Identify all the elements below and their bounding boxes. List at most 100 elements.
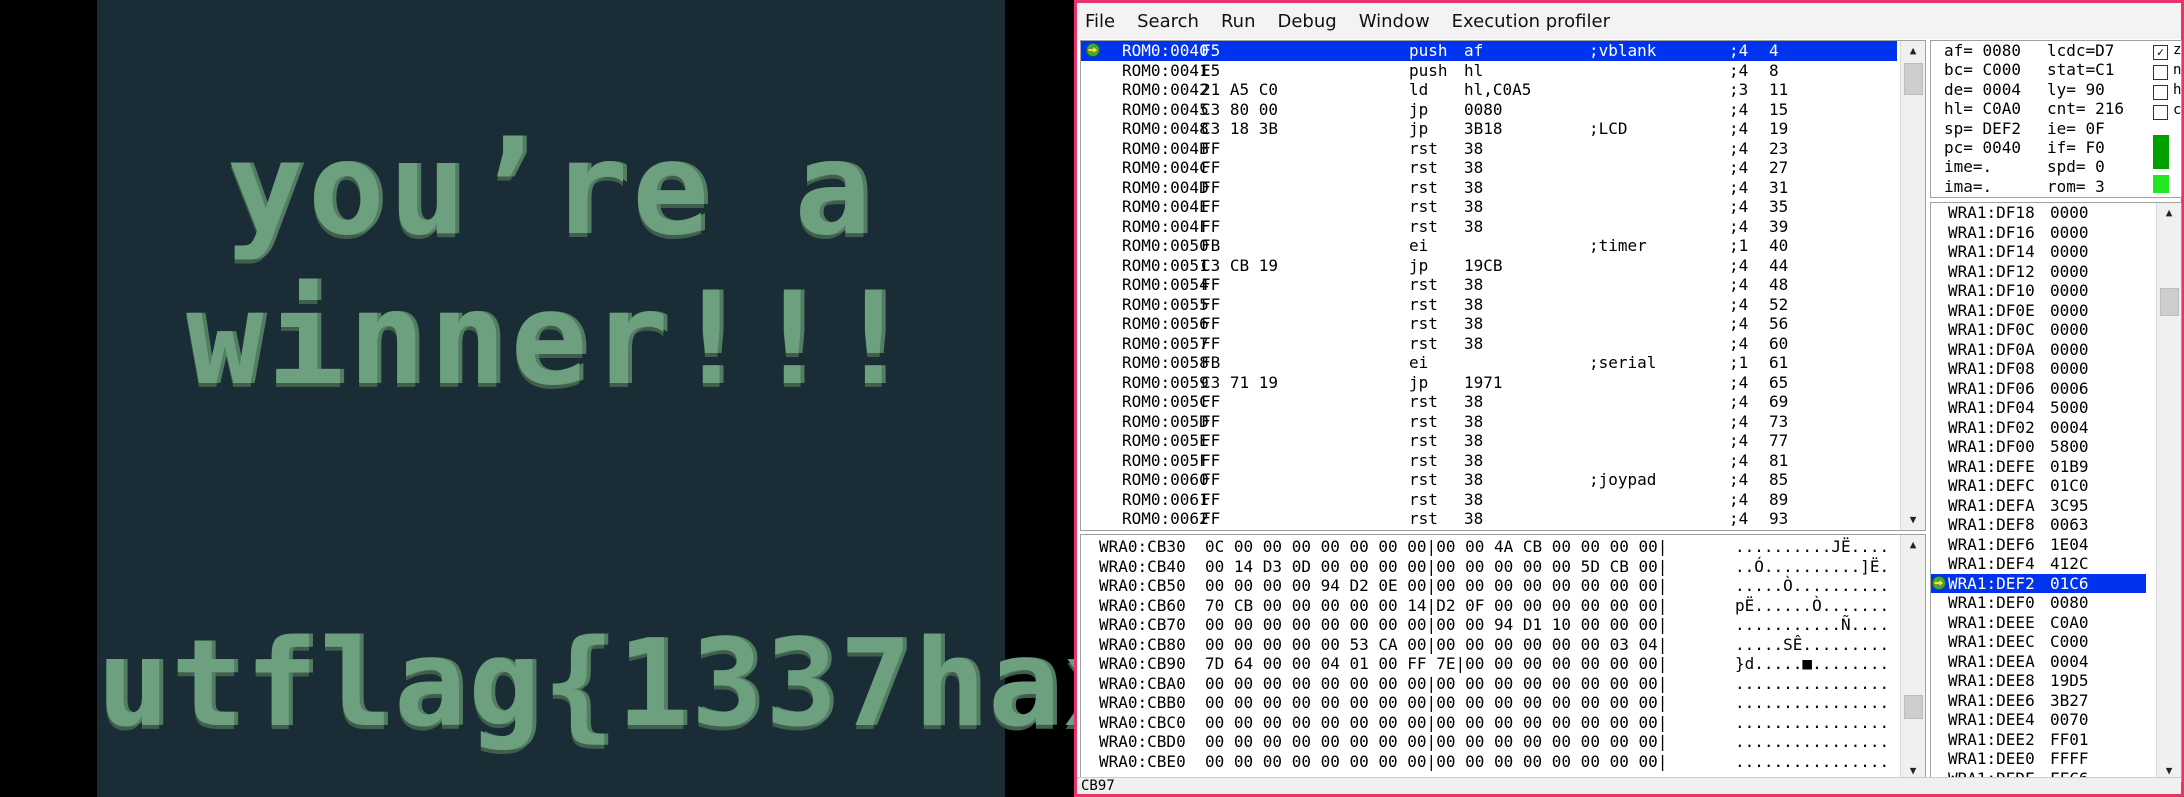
disassembly-row[interactable]: ROM0:0056 FF rst 38 ;4 56	[1081, 314, 1897, 334]
disassembly-row[interactable]: ROM0:0042 21 A5 C0 ld hl,C0A5 ;3 11	[1081, 80, 1897, 100]
flag-h-checkbox[interactable]	[2153, 85, 2168, 100]
stack-row[interactable]: WRA1:DEE0 FFFF	[1931, 749, 2181, 769]
memory-row[interactable]: WRA0:CBB0 00 00 00 00 00 00 00 00|00 00 0…	[1081, 693, 1925, 713]
memory-viewer-pane[interactable]: WRA0:CB30 0C 00 00 00 00 00 00 00|00 00 4…	[1080, 534, 1926, 782]
memory-ascii[interactable]: ................	[1735, 713, 1889, 733]
stack-row[interactable]: WRA1:DF06 0006	[1931, 379, 2181, 399]
stack-row[interactable]: WRA1:DEF0 0080	[1931, 593, 2181, 613]
memory-ascii[interactable]: ................	[1735, 732, 1889, 752]
disassembly-row[interactable]: ROM0:004F FF rst 38 ;4 39	[1081, 217, 1897, 237]
stack-row[interactable]: WRA1:DF14 0000	[1931, 242, 2181, 262]
disassembly-row[interactable]: ROM0:005D FF rst 38 ;4 73	[1081, 412, 1897, 432]
flag-n-checkbox[interactable]	[2153, 65, 2168, 80]
disassembly-row[interactable]: ROM0:004C FF rst 38 ;4 27	[1081, 158, 1897, 178]
flag-c-checkbox[interactable]	[2153, 105, 2168, 120]
memory-row[interactable]: WRA0:CBD0 00 00 00 00 00 00 00 00|00 00 0…	[1081, 732, 1925, 752]
disassembly-row[interactable]: ROM0:0045 C3 80 00 jp 0080 ;4 15	[1081, 100, 1897, 120]
stack-row[interactable]: WRA1:DEEC C000	[1931, 632, 2181, 652]
stack-row[interactable]: WRA1:DF00 5800	[1931, 437, 2181, 457]
menu-item-window[interactable]: Window	[1359, 11, 1430, 32]
memory-hex-bytes[interactable]: 00 00 00 00 00 00 00 00|00 00 00 00 00 0…	[1205, 674, 1667, 694]
memory-ascii[interactable]: }d.....■........	[1735, 654, 1889, 674]
memory-ascii[interactable]: pË......Ò.......	[1735, 596, 1889, 616]
memory-ascii[interactable]: ................	[1735, 693, 1889, 713]
scroll-up-icon[interactable]: ▲	[1901, 535, 1925, 555]
disassembly-row[interactable]: ROM0:0059 C3 71 19 jp 1971 ;4 65	[1081, 373, 1897, 393]
stack-row[interactable]: WRA1:DF04 5000	[1931, 398, 2181, 418]
disassembly-row[interactable]: ROM0:005C FF rst 38 ;4 69	[1081, 392, 1897, 412]
stack-row[interactable]: WRA1:DF02 0004	[1931, 418, 2181, 438]
scroll-thumb[interactable]	[1904, 63, 1923, 95]
disassembly-row[interactable]: ROM0:0048 C3 18 3B jp 3B18 ;LCD ;4 19	[1081, 119, 1897, 139]
memory-hex-bytes[interactable]: 0C 00 00 00 00 00 00 00|00 00 4A CB 00 0…	[1205, 537, 1667, 557]
disassembly-row[interactable]: ROM0:0061 FF rst 38 ;4 89	[1081, 490, 1897, 510]
scroll-thumb[interactable]	[2160, 288, 2179, 316]
memory-hex-bytes[interactable]: 00 00 00 00 00 00 00 00|00 00 00 00 00 0…	[1205, 693, 1667, 713]
disassembly-row[interactable]: ROM0:0051 C3 CB 19 jp 19CB ;4 44	[1081, 256, 1897, 276]
memory-row[interactable]: WRA0:CB50 00 00 00 00 94 D2 0E 00|00 00 0…	[1081, 576, 1925, 596]
stack-row[interactable]: WRA1:DEEA 0004	[1931, 652, 2181, 672]
stack-row[interactable]: WRA1:DEF2 01C6	[1931, 573, 2146, 593]
memory-hex-bytes[interactable]: 00 00 00 00 00 00 00 00|00 00 94 D1 10 0…	[1205, 615, 1667, 635]
memory-row[interactable]: WRA0:CB60 70 CB 00 00 00 00 00 14|D2 0F 0…	[1081, 596, 1925, 616]
memory-row[interactable]: WRA0:CBC0 00 00 00 00 00 00 00 00|00 00 0…	[1081, 713, 1925, 733]
disassembly-row[interactable]: ROM0:0050 FB ei ;timer ;1 40	[1081, 236, 1897, 256]
stack-row[interactable]: WRA1:DF12 0000	[1931, 262, 2181, 282]
disassembly-row[interactable]: ROM0:0041 E5 push hl ;4 8	[1081, 61, 1897, 81]
stack-row[interactable]: WRA1:DF18 0000	[1931, 203, 2181, 223]
stack-row[interactable]: WRA1:DEE2 FF01	[1931, 730, 2181, 750]
memory-row[interactable]: WRA0:CBA0 00 00 00 00 00 00 00 00|00 00 0…	[1081, 674, 1925, 694]
stack-row[interactable]: WRA1:DF0A 0000	[1931, 340, 2181, 360]
disassembly-row[interactable]: ROM0:0062 FF rst 38 ;4 93	[1081, 509, 1897, 529]
stack-row[interactable]: WRA1:DEFC 01C0	[1931, 476, 2181, 496]
memory-row[interactable]: WRA0:CB80 00 00 00 00 00 53 CA 00|00 00 0…	[1081, 635, 1925, 655]
stack-row[interactable]: WRA1:DEE4 0070	[1931, 710, 2181, 730]
stack-pane[interactable]: WRA1:DF18 0000 WRA1:DF16 0000 WRA1:DF14 0000 W…	[1930, 202, 2182, 782]
memory-ascii[interactable]: ..Ó..........]Ë.	[1735, 557, 1889, 577]
memory-ascii[interactable]: ................	[1735, 752, 1889, 772]
disassembly-scrollbar[interactable]: ▲ ▼	[1900, 41, 1925, 530]
disassembly-row[interactable]: ROM0:0058 FB ei ;serial ;1 61	[1081, 353, 1897, 373]
stack-row[interactable]: WRA1:DEF4 412C	[1931, 554, 2181, 574]
memory-hex-bytes[interactable]: 7D 64 00 00 04 01 00 FF 7E|00 00 00 00 0…	[1205, 654, 1667, 674]
scroll-down-icon[interactable]: ▼	[1901, 510, 1925, 530]
flag-z-checkbox[interactable]: ✓	[2153, 45, 2168, 60]
stack-row[interactable]: WRA1:DEF8 0063	[1931, 515, 2181, 535]
menu-item-execution-profiler[interactable]: Execution profiler	[1452, 11, 1610, 32]
disassembly-row[interactable]: ROM0:005E FF rst 38 ;4 77	[1081, 431, 1897, 451]
memory-hex-bytes[interactable]: 00 00 00 00 00 00 00 00|00 00 00 00 00 0…	[1205, 713, 1667, 733]
memory-hex-bytes[interactable]: 00 00 00 00 94 D2 0E 00|00 00 00 00 00 0…	[1205, 576, 1667, 596]
disassembly-row[interactable]: ROM0:004E FF rst 38 ;4 35	[1081, 197, 1897, 217]
disassembly-row[interactable]: ROM0:0060 FF rst 38 ;joypad ;4 85	[1081, 470, 1897, 490]
memory-ascii[interactable]: ..........JË....	[1735, 537, 1889, 557]
scroll-thumb[interactable]	[1904, 695, 1923, 719]
stack-row[interactable]: WRA1:DF08 0000	[1931, 359, 2181, 379]
disassembly-row[interactable]: ROM0:0054 FF rst 38 ;4 48	[1081, 275, 1897, 295]
memory-row[interactable]: WRA0:CB70 00 00 00 00 00 00 00 00|00 00 9…	[1081, 615, 1925, 635]
disassembly-row[interactable]: ROM0:0055 FF rst 38 ;4 52	[1081, 295, 1897, 315]
memory-scrollbar[interactable]: ▲ ▼	[1900, 535, 1925, 781]
memory-hex-bytes[interactable]: 00 00 00 00 00 53 CA 00|00 00 00 00 00 0…	[1205, 635, 1667, 655]
menu-item-search[interactable]: Search	[1137, 11, 1199, 32]
memory-ascii[interactable]: .....SÊ.........	[1735, 635, 1889, 655]
memory-row[interactable]: WRA0:CBE0 00 00 00 00 00 00 00 00|00 00 0…	[1081, 752, 1925, 772]
menu-item-run[interactable]: Run	[1221, 11, 1256, 32]
stack-row[interactable]: WRA1:DEFE 01B9	[1931, 457, 2181, 477]
memory-row[interactable]: WRA0:CB90 7D 64 00 00 04 01 00 FF 7E|00 0…	[1081, 654, 1925, 674]
memory-hex-bytes[interactable]: 00 00 00 00 00 00 00 00|00 00 00 00 00 0…	[1205, 732, 1667, 752]
stack-row[interactable]: WRA1:DF0C 0000	[1931, 320, 2181, 340]
disassembly-row[interactable]: ROM0:004D FF rst 38 ;4 31	[1081, 178, 1897, 198]
stack-row[interactable]: WRA1:DEE8 19D5	[1931, 671, 2181, 691]
stack-row[interactable]: WRA1:DEE6 3B27	[1931, 691, 2181, 711]
menu-item-file[interactable]: File	[1085, 11, 1115, 32]
disassembly-row[interactable]: ROM0:004B FF rst 38 ;4 23	[1081, 139, 1897, 159]
menu-item-debug[interactable]: Debug	[1277, 11, 1336, 32]
scroll-up-icon[interactable]: ▲	[2157, 203, 2181, 223]
stack-row[interactable]: WRA1:DEFA 3C95	[1931, 496, 2181, 516]
memory-hex-bytes[interactable]: 70 CB 00 00 00 00 00 14|D2 0F 00 00 00 0…	[1205, 596, 1667, 616]
stack-row[interactable]: WRA1:DF16 0000	[1931, 223, 2181, 243]
stack-row[interactable]: WRA1:DEEE C0A0	[1931, 613, 2181, 633]
memory-hex-bytes[interactable]: 00 14 D3 0D 00 00 00 00|00 00 00 00 00 5…	[1205, 557, 1667, 577]
memory-hex-bytes[interactable]: 00 00 00 00 00 00 00 00|00 00 00 00 00 0…	[1205, 752, 1667, 772]
disassembly-row[interactable]: ROM0:0057 FF rst 38 ;4 60	[1081, 334, 1897, 354]
